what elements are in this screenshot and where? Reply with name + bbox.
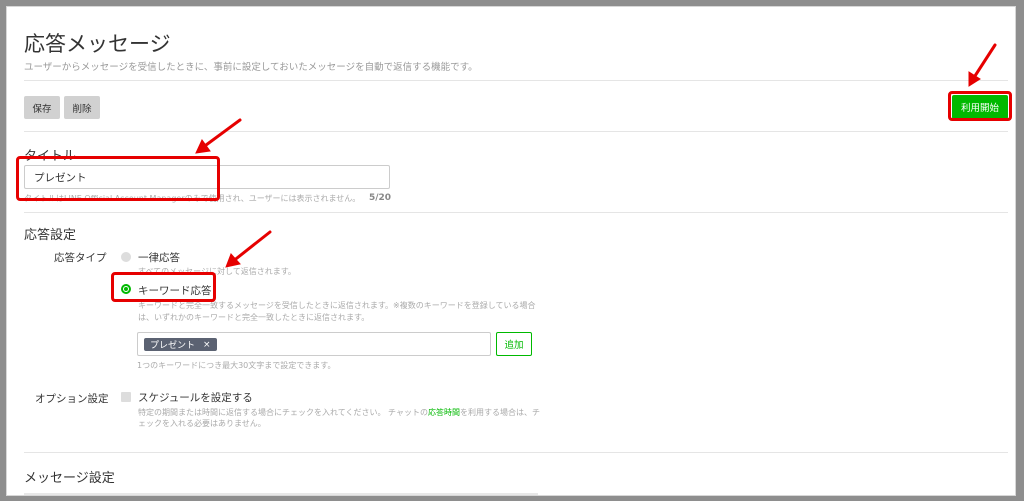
arrow-icon: [971, 43, 997, 81]
arrow-icon: [230, 230, 272, 264]
annotation-arrows: [195, 43, 997, 268]
arrow-icon: [200, 118, 242, 150]
